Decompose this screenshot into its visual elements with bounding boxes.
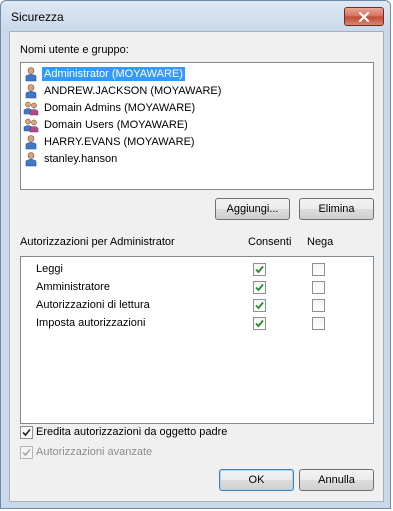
deny-checkbox-imposta-autorizzazioni[interactable] xyxy=(312,317,325,330)
user-item-label: stanley.hanson xyxy=(44,153,118,165)
users-label: Nomi utente e gruppo: xyxy=(20,44,129,56)
allow-checkbox-leggi[interactable] xyxy=(253,263,266,276)
checkmark-icon xyxy=(22,428,31,437)
user-icon xyxy=(25,84,37,99)
permission-row-autorizzazioni-lettura: Autorizzazioni di lettura xyxy=(21,297,373,315)
advanced-checkbox xyxy=(20,446,33,459)
window-title: Sicurezza xyxy=(11,10,64,24)
user-item-domain-users[interactable]: Domain Users (MOYAWARE) xyxy=(23,117,190,133)
allow-checkbox-amministratore[interactable] xyxy=(253,281,266,294)
permission-row-amministratore: Amministratore xyxy=(21,279,373,297)
user-item-label: Domain Users (MOYAWARE) xyxy=(44,119,188,131)
user-icon xyxy=(25,135,37,150)
user-item-andrew-jackson[interactable]: ANDREW.JACKSON (MOYAWARE) xyxy=(23,83,223,99)
cancel-button[interactable]: Annulla xyxy=(299,469,374,491)
checkmark-icon xyxy=(255,301,264,310)
user-item-domain-admins[interactable]: Domain Admins (MOYAWARE) xyxy=(23,100,197,116)
group-icon xyxy=(23,101,39,116)
title-bar[interactable]: Sicurezza xyxy=(1,1,390,31)
close-button[interactable] xyxy=(344,7,384,26)
permission-name: Leggi xyxy=(36,263,63,275)
group-icon xyxy=(23,118,39,133)
inherit-label[interactable]: Eredita autorizzazioni da oggetto padre xyxy=(36,426,227,438)
security-dialog: Sicurezza Nomi utente e gruppo: Administ… xyxy=(0,0,391,509)
user-item-label: Domain Admins (MOYAWARE) xyxy=(44,102,196,114)
permissions-label: Autorizzazioni per Administrator xyxy=(20,236,175,248)
user-icon xyxy=(25,152,37,167)
remove-button[interactable]: Elimina xyxy=(299,198,374,220)
inherit-checkbox[interactable] xyxy=(20,426,33,439)
deny-checkbox-autorizzazioni-lettura[interactable] xyxy=(312,299,325,312)
allow-column-header: Consenti xyxy=(248,236,292,248)
deny-checkbox-amministratore[interactable] xyxy=(312,281,325,294)
advanced-label: Autorizzazioni avanzate xyxy=(36,446,153,458)
allow-checkbox-autorizzazioni-lettura[interactable] xyxy=(253,299,266,312)
permissions-list: Leggi Amministratore Autorizzazioni di l… xyxy=(20,256,374,424)
permission-row-leggi: Leggi xyxy=(21,261,373,279)
user-icon xyxy=(25,67,37,82)
user-item-label: Administrator (MOYAWARE) xyxy=(42,67,185,81)
permission-name: Autorizzazioni di lettura xyxy=(36,299,150,311)
permission-row-imposta-autorizzazioni: Imposta autorizzazioni xyxy=(21,315,373,333)
permission-name: Amministratore xyxy=(36,281,110,293)
user-item-harry-evans[interactable]: HARRY.EVANS (MOYAWARE) xyxy=(23,134,197,150)
allow-checkbox-imposta-autorizzazioni[interactable] xyxy=(253,317,266,330)
deny-column-header: Nega xyxy=(307,236,334,248)
close-icon xyxy=(358,11,370,22)
deny-checkbox-leggi[interactable] xyxy=(312,263,325,276)
ok-button[interactable]: OK xyxy=(219,469,294,491)
user-item-label: ANDREW.JACKSON (MOYAWARE) xyxy=(44,85,222,97)
checkmark-icon xyxy=(255,283,264,292)
checkmark-icon xyxy=(255,319,264,328)
add-button[interactable]: Aggiungi... xyxy=(215,198,290,220)
dialog-body: Nomi utente e gruppo: Administrator (MOY… xyxy=(9,31,384,502)
user-item-stanley-hanson[interactable]: stanley.hanson xyxy=(23,151,119,167)
permission-name: Imposta autorizzazioni xyxy=(36,317,146,329)
checkmark-icon xyxy=(22,448,31,457)
user-item-label: HARRY.EVANS (MOYAWARE) xyxy=(44,136,195,148)
user-item-administrator[interactable]: Administrator (MOYAWARE) xyxy=(23,66,185,82)
users-listbox[interactable]: Administrator (MOYAWARE) ANDREW.JACKSON … xyxy=(20,62,374,190)
checkmark-icon xyxy=(255,265,264,274)
